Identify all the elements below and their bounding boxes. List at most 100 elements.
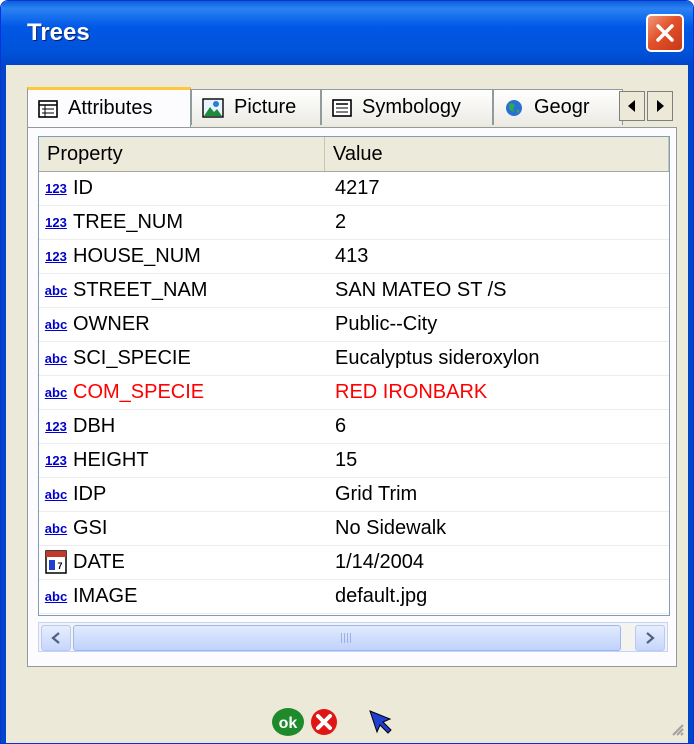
table-row[interactable]: 7 DATE 1/14/2004: [39, 545, 669, 580]
column-header-value[interactable]: Value: [325, 137, 669, 171]
numeric-type-icon: 123: [43, 247, 69, 265]
text-type-icon: abc: [43, 281, 69, 299]
attributes-panel: Property Value 123 ID 4217 123 TREE_NUM 2 123 H…: [27, 127, 677, 667]
property-name: HEIGHT: [73, 448, 149, 471]
table-row[interactable]: 123 DBH 6: [39, 409, 669, 444]
ok-label: ok: [279, 715, 298, 732]
property-name: ID: [73, 176, 93, 199]
property-cell: 123 DBH: [39, 409, 325, 443]
tab-picture[interactable]: Picture: [191, 89, 321, 125]
chevron-right-icon: [646, 632, 655, 644]
property-cell: 7 DATE: [39, 545, 325, 579]
property-cell: abc COM_SPECIE: [39, 375, 325, 409]
grid-header: Property Value: [39, 137, 669, 172]
horizontal-scrollbar[interactable]: [38, 622, 668, 652]
scroll-left-button[interactable]: [41, 625, 71, 651]
property-cell: abc GSI: [39, 511, 325, 545]
tab-scroll-right-button[interactable]: [647, 91, 673, 121]
property-name: IMAGE: [73, 584, 138, 607]
value-cell[interactable]: 6: [335, 409, 346, 443]
property-cell: abc STREET_NAM: [39, 273, 325, 307]
window-left-border: [1, 65, 6, 743]
window-title: Trees: [27, 19, 90, 46]
trees-window: Trees Attributes Picture Symbology Geogr: [0, 0, 694, 744]
date-type-icon: 7: [45, 550, 67, 574]
grid-icon: [38, 99, 58, 118]
value-cell[interactable]: Grid Trim: [335, 477, 417, 511]
globe-icon: [506, 99, 522, 116]
table-row[interactable]: abc STREET_NAM SAN MATEO ST /S: [39, 273, 669, 308]
triangle-right-icon: [657, 100, 664, 112]
table-row[interactable]: 123 HOUSE_NUM 413: [39, 239, 669, 274]
numeric-type-icon: 123: [43, 417, 69, 435]
value-cell[interactable]: 413: [335, 239, 368, 273]
table-row[interactable]: abc OWNER Public--City: [39, 307, 669, 342]
tab-scroll-arrows: [619, 91, 673, 121]
close-icon: [656, 24, 674, 42]
triangle-left-icon: [628, 100, 635, 112]
scroll-right-button[interactable]: [635, 625, 665, 651]
property-cell: 123 HEIGHT: [39, 443, 325, 477]
numeric-type-icon: 123: [43, 213, 69, 231]
property-name: HOUSE_NUM: [73, 244, 201, 267]
table-row[interactable]: 123 ID 4217: [39, 171, 669, 206]
picture-icon: [202, 97, 224, 118]
value-cell[interactable]: 15: [335, 443, 357, 477]
close-button[interactable]: [646, 14, 684, 52]
table-row[interactable]: abc IMAGE default.jpg: [39, 579, 669, 614]
tab-label: Attributes: [68, 97, 153, 119]
numeric-type-icon: 123: [43, 451, 69, 469]
property-name: STREET_NAM: [73, 278, 208, 301]
tab-scroll-left-button[interactable]: [619, 91, 645, 121]
grip-icon: [341, 633, 353, 643]
svg-text:7: 7: [57, 561, 62, 571]
column-header-property[interactable]: Property: [39, 137, 325, 171]
table-row[interactable]: 123 TREE_NUM 2: [39, 205, 669, 240]
value-cell[interactable]: 1/14/2004: [335, 545, 424, 579]
property-name: DBH: [73, 414, 116, 437]
title-bar[interactable]: Trees: [1, 1, 693, 65]
tab-geography[interactable]: Geogr: [493, 89, 623, 125]
property-name: TREE_NUM: [73, 210, 184, 233]
table-row[interactable]: 123 HEIGHT 15: [39, 443, 669, 478]
resize-grip-icon[interactable]: [669, 721, 685, 737]
value-cell[interactable]: Public--City: [335, 307, 437, 341]
tab-label: Geogr: [534, 96, 590, 118]
cancel-button[interactable]: [309, 707, 339, 742]
value-cell[interactable]: 4217: [335, 171, 380, 205]
ok-button[interactable]: ok: [271, 707, 305, 742]
value-cell[interactable]: default.jpg: [335, 579, 427, 613]
tab-label: Picture: [234, 96, 297, 118]
value-cell[interactable]: No Sidewalk: [335, 511, 446, 545]
numeric-type-icon: 123: [43, 179, 69, 197]
cancel-icon: [311, 709, 337, 735]
tab-symbology[interactable]: Symbology: [321, 89, 493, 125]
select-pointer-button[interactable]: [367, 708, 395, 741]
text-type-icon: abc: [43, 519, 69, 537]
value-cell[interactable]: Eucalyptus sideroxylon: [335, 341, 540, 375]
value-cell[interactable]: 2: [335, 205, 346, 239]
text-type-icon: abc: [43, 587, 69, 605]
text-type-icon: abc: [43, 349, 69, 367]
table-row[interactable]: abc COM_SPECIE RED IRONBARK: [39, 375, 669, 410]
property-name: COM_SPECIE: [73, 380, 205, 403]
property-name: OWNER: [73, 312, 150, 335]
tab-attributes[interactable]: Attributes: [27, 87, 191, 127]
value-cell[interactable]: RED IRONBARK: [335, 375, 487, 409]
footer-actions: ok: [271, 707, 395, 742]
property-name: SCI_SPECIE: [73, 346, 191, 369]
property-cell: abc SCI_SPECIE: [39, 341, 325, 375]
list-icon: [332, 98, 352, 117]
property-cell: abc IDP: [39, 477, 325, 511]
table-row[interactable]: abc SCI_SPECIE Eucalyptus sideroxylon: [39, 341, 669, 376]
property-cell: 123 ID: [39, 171, 325, 205]
tab-strip: Attributes Picture Symbology Geogr: [27, 87, 677, 127]
property-name: IDP: [73, 482, 107, 505]
table-row[interactable]: abc GSI No Sidewalk: [39, 511, 669, 546]
property-name: DATE: [73, 550, 125, 573]
value-cell[interactable]: SAN MATEO ST /S: [335, 273, 507, 307]
tab-label: Symbology: [362, 96, 461, 118]
table-row[interactable]: abc IDP Grid Trim: [39, 477, 669, 512]
window-right-border: [688, 65, 693, 743]
scrollbar-thumb[interactable]: [73, 625, 621, 651]
